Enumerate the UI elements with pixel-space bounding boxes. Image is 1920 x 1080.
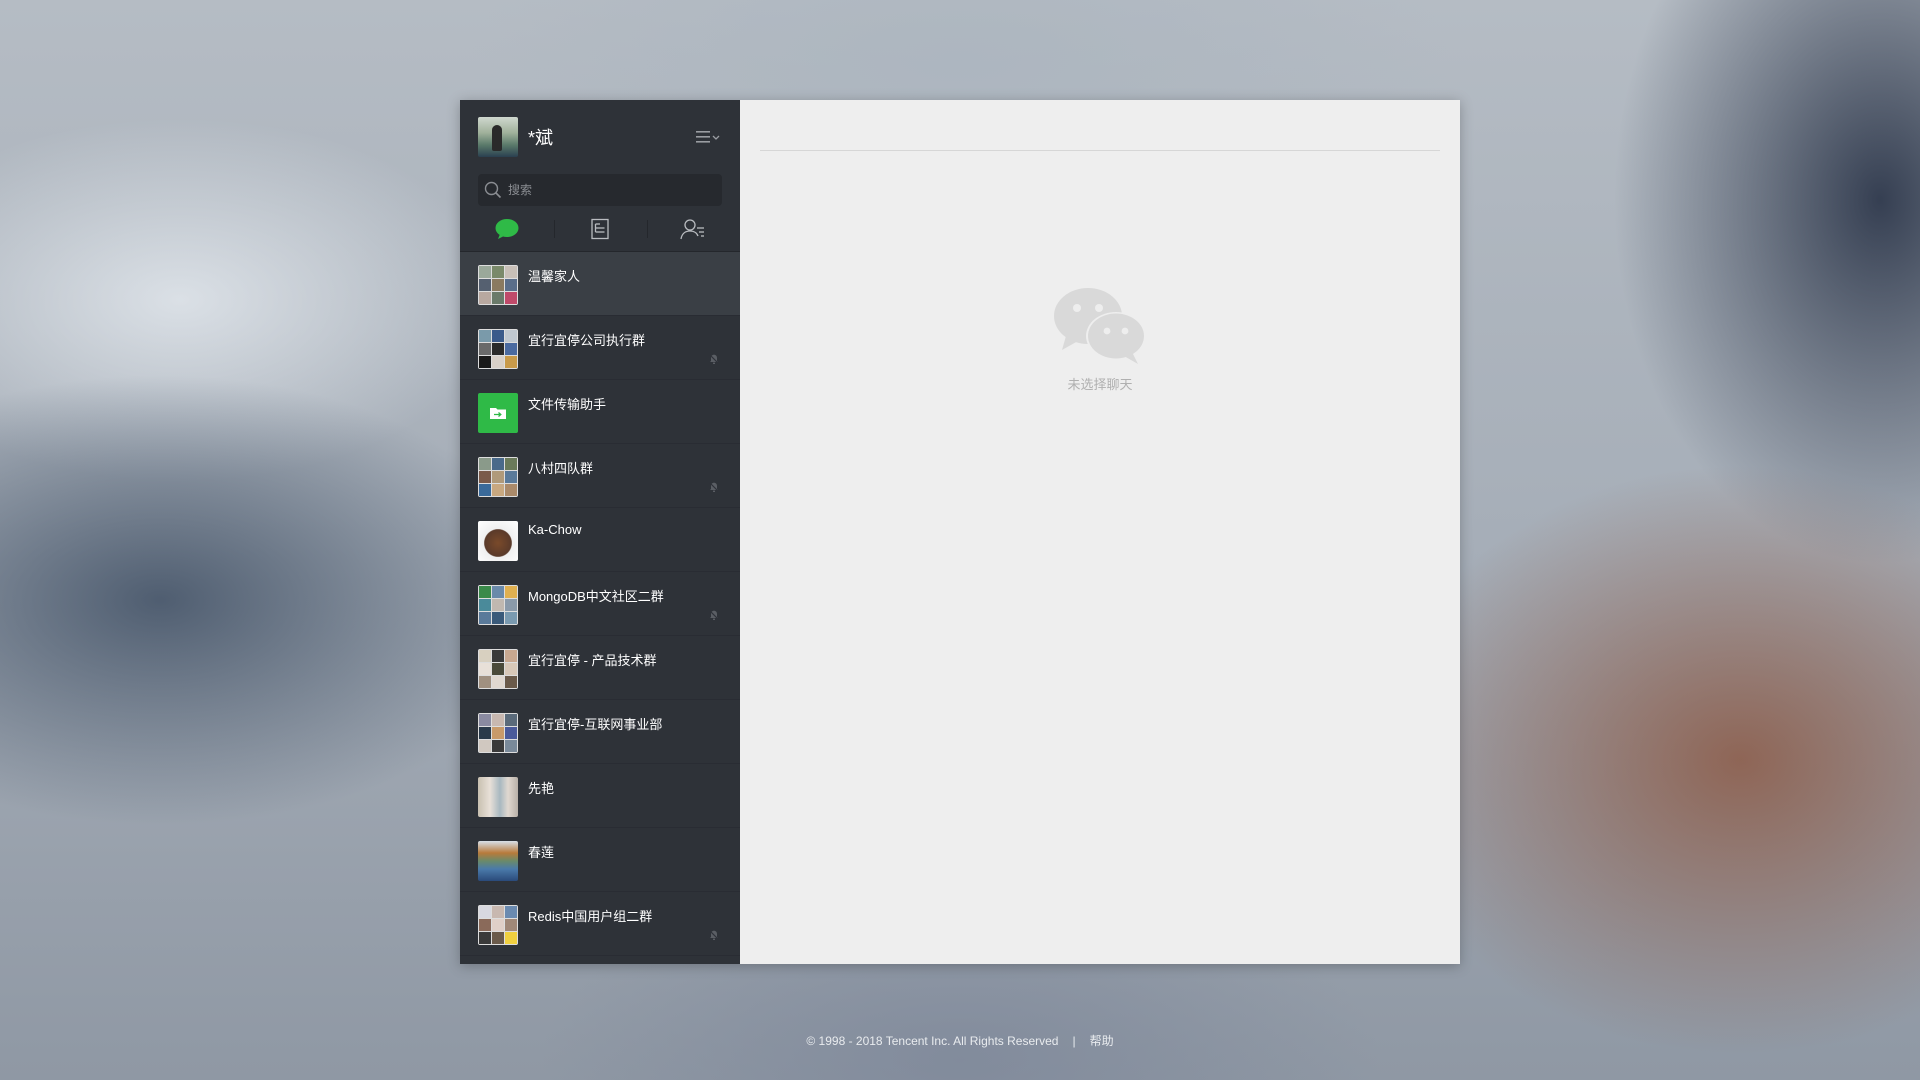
empty-state: 未选择聊天: [740, 286, 1460, 393]
chat-panel: 未选择聊天: [740, 100, 1460, 964]
copyright-text: © 1998 - 2018 Tencent Inc. All Rights Re…: [806, 1033, 1059, 1048]
chat-name: 宜行宜停公司执行群: [528, 333, 646, 348]
mute-icon: [708, 929, 720, 941]
menu-button[interactable]: [696, 130, 720, 144]
chat-item[interactable]: 宜行宜停公司执行群: [460, 316, 740, 380]
group-avatar: [478, 265, 518, 305]
group-avatar: [478, 713, 518, 753]
chat-header-divider: [760, 150, 1440, 151]
chat-item[interactable]: 八村四队群: [460, 444, 740, 508]
document-icon: [591, 218, 609, 239]
file-transfer-avatar: [478, 393, 518, 433]
chat-name: 宜行宜停-互联网事业部: [528, 717, 663, 732]
group-avatar: [478, 329, 518, 369]
mute-icon: [708, 353, 720, 365]
chat-name: 八村四队群: [528, 461, 594, 476]
search-icon: [484, 181, 502, 199]
chat-item[interactable]: 宜行宜停-互联网事业部: [460, 700, 740, 764]
chat-name: MongoDB中文社区二群: [528, 589, 664, 604]
chat-name: Redis中国用户组二群: [528, 909, 653, 924]
group-avatar: [478, 649, 518, 689]
footer-separator: |: [1072, 1033, 1076, 1048]
chat-item[interactable]: 温馨家人: [460, 252, 740, 316]
contact-avatar: [478, 841, 518, 881]
search-input[interactable]: [508, 183, 708, 197]
chat-list: 温馨家人 宜行宜停公司执行群 文件传输助手 八村四队群 Ka-Chow Mong…: [460, 252, 740, 964]
tab-articles[interactable]: [553, 206, 646, 251]
chat-item[interactable]: Redis中国用户组二群: [460, 892, 740, 956]
group-avatar: [478, 585, 518, 625]
contact-avatar: [478, 521, 518, 561]
chat-item[interactable]: MongoDB中文社区二群: [460, 572, 740, 636]
chat-name: 春莲: [528, 845, 555, 860]
tab-contacts[interactable]: [647, 206, 739, 251]
group-avatar: [478, 905, 518, 945]
help-link[interactable]: 帮助: [1090, 1032, 1114, 1049]
chat-item[interactable]: 宜行宜停 - 产品技术群: [460, 636, 740, 700]
footer: © 1998 - 2018 Tencent Inc. All Rights Re…: [0, 1032, 1920, 1049]
tab-chats[interactable]: [461, 206, 553, 251]
chat-item[interactable]: Ka-Chow: [460, 508, 740, 572]
contact-avatar: [478, 777, 518, 817]
group-avatar: [478, 457, 518, 497]
chat-name: 文件传输助手: [528, 397, 607, 412]
profile-header: *斌: [460, 100, 740, 174]
chat-name: Ka-Chow: [528, 522, 582, 537]
sidebar-tabs: [460, 206, 740, 252]
wechat-window: *斌 搜索 温馨家人 宜行宜停公司执行群 文件传输助手 八村四队群 Ka-Cho…: [460, 100, 1460, 964]
contacts-icon: [680, 218, 705, 239]
chat-name: 先艳: [528, 781, 555, 796]
chat-name: 宜行宜停 - 产品技术群: [528, 653, 657, 668]
user-avatar[interactable]: [478, 117, 518, 157]
empty-state-text: 未选择聊天: [1067, 377, 1133, 392]
chat-bubble-icon: [495, 218, 519, 239]
mute-icon: [708, 609, 720, 621]
chat-name: 温馨家人: [528, 269, 581, 284]
search-box: [478, 174, 722, 206]
profile-name: *斌: [528, 128, 554, 148]
mute-icon: [708, 481, 720, 493]
folder-transfer-icon: [490, 408, 506, 419]
chat-item[interactable]: 春莲: [460, 828, 740, 892]
sidebar: *斌 搜索 温馨家人 宜行宜停公司执行群 文件传输助手 八村四队群 Ka-Cho…: [460, 100, 740, 964]
menu-icon: [696, 131, 720, 143]
chat-item[interactable]: 文件传输助手: [460, 380, 740, 444]
wechat-logo-icon: [1054, 288, 1146, 364]
chat-item[interactable]: 先艳: [460, 764, 740, 828]
